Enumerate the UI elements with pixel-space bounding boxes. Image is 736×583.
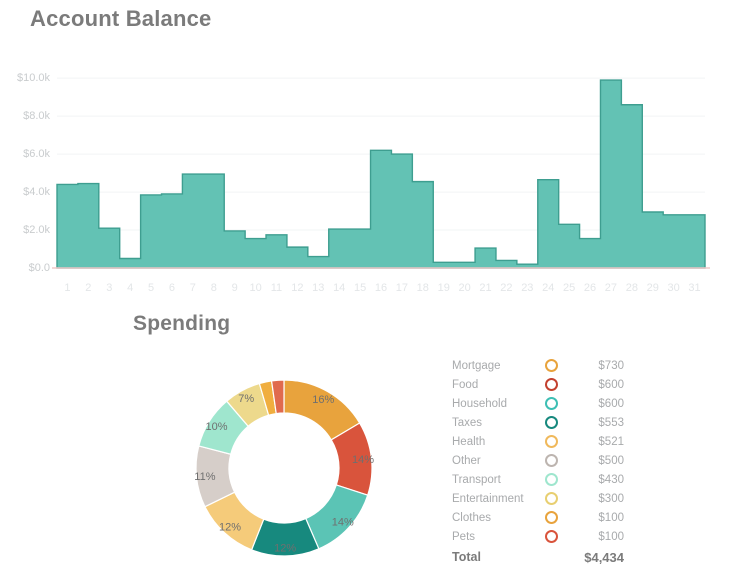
legend-label: Pets (452, 531, 530, 543)
x-axis-tick-label: 9 (232, 282, 238, 294)
x-axis-tick-label: 10 (249, 282, 261, 294)
donut-percent-label: 10% (206, 421, 228, 433)
account-balance-chart (0, 50, 736, 300)
legend-label: Clothes (452, 512, 530, 524)
x-axis-tick-label: 23 (521, 282, 533, 294)
legend-value: $600 (572, 379, 652, 391)
legend-label: Mortgage (452, 360, 530, 372)
legend-total-row: Total $4,434 (452, 546, 652, 568)
legend-value: $100 (572, 531, 652, 543)
page-title: Account Balance (30, 6, 212, 32)
x-axis-tick-label: 14 (333, 282, 345, 294)
donut-percent-label: 12% (274, 542, 296, 554)
donut-percent-label: 12% (219, 521, 241, 533)
x-axis-tick-label: 30 (668, 282, 680, 294)
legend-color-swatch-icon (530, 378, 572, 391)
legend-row[interactable]: Mortgage $730 (452, 356, 652, 375)
x-axis-tick-label: 29 (647, 282, 659, 294)
y-axis-tick-label: $8.0k (0, 110, 50, 122)
x-axis-tick-label: 17 (396, 282, 408, 294)
balance-x-axis: 1234567891011121314151617181920212223242… (0, 282, 736, 302)
x-axis-tick-label: 28 (626, 282, 638, 294)
x-axis-tick-label: 2 (85, 282, 91, 294)
legend-row[interactable]: Health $521 (452, 432, 652, 451)
x-axis-tick-label: 8 (211, 282, 217, 294)
x-axis-tick-label: 21 (479, 282, 491, 294)
y-axis-tick-label: $2.0k (0, 224, 50, 236)
legend-value: $730 (572, 360, 652, 372)
legend-value: $600 (572, 398, 652, 410)
legend-row[interactable]: Other $500 (452, 451, 652, 470)
legend-color-swatch-icon (530, 492, 572, 505)
legend-row[interactable]: Clothes $100 (452, 508, 652, 527)
legend-value: $100 (572, 512, 652, 524)
y-axis-tick-label: $6.0k (0, 148, 50, 160)
x-axis-tick-label: 22 (500, 282, 512, 294)
donut-percent-label: 14% (352, 454, 374, 466)
x-axis-tick-label: 7 (190, 282, 196, 294)
donut-percent-label: 7% (238, 393, 254, 405)
balance-y-axis: $0.0$2.0k$4.0k$6.0k$8.0k$10.0k (0, 0, 50, 250)
legend-value: $521 (572, 436, 652, 448)
legend-total-value: $4,434 (572, 550, 652, 565)
x-axis-tick-label: 27 (605, 282, 617, 294)
donut-percent-label: 16% (312, 394, 334, 406)
legend-label: Food (452, 379, 530, 391)
legend-color-swatch-icon (530, 530, 572, 543)
legend-row[interactable]: Taxes $553 (452, 413, 652, 432)
spending-legend: Mortgage $730 Food $600 Household $600 Taxes $5… (452, 356, 652, 568)
spending-donut-chart: 16% 14% 14% 12% 12% 11% 10% 7% (188, 372, 380, 568)
x-axis-tick-label: 18 (417, 282, 429, 294)
legend-row[interactable]: Pets $100 (452, 527, 652, 546)
y-axis-tick-label: $0.0 (0, 262, 50, 274)
legend-row[interactable]: Transport $430 (452, 470, 652, 489)
legend-label: Entertainment (452, 493, 530, 505)
x-axis-tick-label: 31 (688, 282, 700, 294)
x-axis-tick-label: 25 (563, 282, 575, 294)
legend-value: $430 (572, 474, 652, 486)
legend-row[interactable]: Household $600 (452, 394, 652, 413)
legend-row[interactable]: Entertainment $300 (452, 489, 652, 508)
x-axis-tick-label: 15 (354, 282, 366, 294)
x-axis-tick-label: 11 (271, 282, 282, 294)
spending-title: Spending (133, 312, 230, 336)
legend-row[interactable]: Food $600 (452, 375, 652, 394)
x-axis-tick-label: 20 (458, 282, 470, 294)
legend-color-swatch-icon (530, 397, 572, 410)
y-axis-tick-label: $4.0k (0, 186, 50, 198)
legend-color-swatch-icon (530, 416, 572, 429)
balance-step-area (57, 80, 705, 268)
balance-area-plot (0, 50, 736, 300)
x-axis-tick-label: 3 (106, 282, 112, 294)
legend-total-label: Total (452, 550, 530, 564)
donut-percent-label: 11% (194, 471, 215, 483)
legend-label: Taxes (452, 417, 530, 429)
legend-color-swatch-icon (530, 511, 572, 524)
x-axis-tick-label: 4 (127, 282, 133, 294)
legend-value: $500 (572, 455, 652, 467)
x-axis-tick-label: 6 (169, 282, 175, 294)
legend-color-swatch-icon (530, 359, 572, 372)
legend-label: Transport (452, 474, 530, 486)
legend-color-swatch-icon (530, 473, 572, 486)
y-axis-tick-label: $10.0k (0, 72, 50, 84)
x-axis-tick-label: 24 (542, 282, 554, 294)
x-axis-tick-label: 5 (148, 282, 154, 294)
donut-slices: 16% 14% 14% 12% 12% 11% 10% 7% (188, 372, 380, 568)
legend-label: Household (452, 398, 530, 410)
x-axis-tick-label: 13 (312, 282, 324, 294)
donut-percent-label: 14% (332, 517, 354, 529)
legend-value: $300 (572, 493, 652, 505)
legend-label: Health (452, 436, 530, 448)
x-axis-tick-label: 26 (584, 282, 596, 294)
x-axis-tick-label: 19 (438, 282, 450, 294)
x-axis-tick-label: 12 (291, 282, 303, 294)
legend-color-swatch-icon (530, 435, 572, 448)
x-axis-tick-label: 1 (64, 282, 70, 294)
legend-color-swatch-icon (530, 454, 572, 467)
legend-label: Other (452, 455, 530, 467)
x-axis-tick-label: 16 (375, 282, 387, 294)
legend-value: $553 (572, 417, 652, 429)
